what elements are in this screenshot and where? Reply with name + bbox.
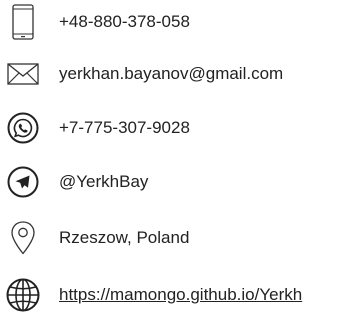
contact-location: Rzeszow, Poland [0, 217, 339, 259]
contact-whatsapp: +7-775-307-9028 [0, 107, 339, 149]
whatsapp-icon [6, 107, 40, 149]
location-text: Rzeszow, Poland [59, 228, 190, 247]
smartphone-icon [6, 1, 40, 43]
website-link[interactable]: https://mamongo.github.io/Yerkh [59, 274, 302, 316]
phone-number: +48-880-378-058 [59, 12, 190, 31]
globe-icon [6, 274, 40, 316]
envelope-icon [6, 53, 40, 95]
contact-list: +48-880-378-058 yerkhan.bayanov@gmail.co… [0, 0, 339, 327]
contact-phone: +48-880-378-058 [0, 1, 339, 43]
contact-website[interactable]: https://mamongo.github.io/Yerkh [0, 274, 339, 316]
email-address: yerkhan.bayanov@gmail.com [59, 64, 284, 83]
telegram-handle: @YerkhBay [59, 172, 149, 191]
contact-email: yerkhan.bayanov@gmail.com [0, 53, 339, 95]
map-pin-icon [6, 217, 40, 259]
whatsapp-number: +7-775-307-9028 [59, 118, 190, 137]
telegram-icon [6, 161, 40, 203]
contact-telegram: @YerkhBay [0, 161, 339, 203]
